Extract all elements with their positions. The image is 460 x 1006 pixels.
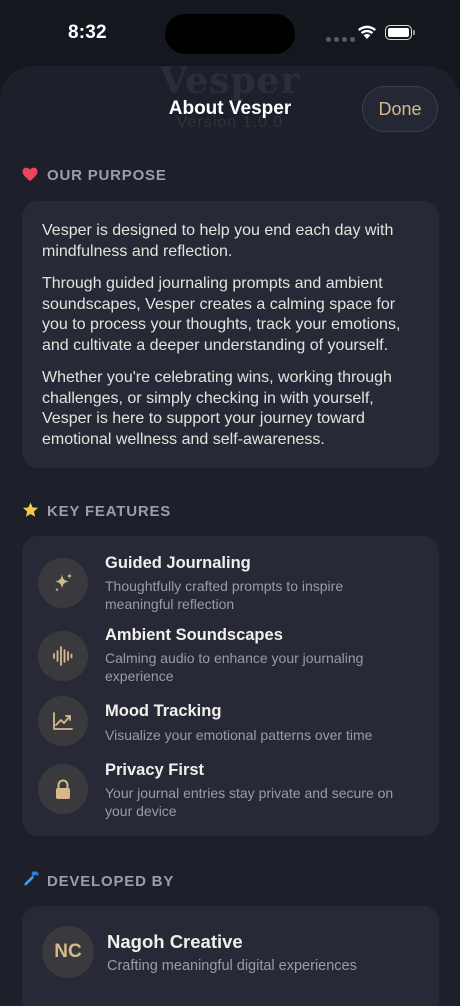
feature-title: Ambient Soundscapes — [105, 626, 283, 644]
hammer-icon — [22, 870, 40, 892]
developer-tagline: Crafting meaningful digital experiences — [107, 958, 357, 974]
dynamic-island — [165, 14, 295, 54]
done-button[interactable]: Done — [362, 86, 438, 132]
feature-title: Guided Journaling — [105, 554, 251, 572]
section-header-purpose: OUR PURPOSE — [22, 167, 167, 186]
battery-icon — [385, 25, 415, 42]
section-title: KEY FEATURES — [47, 503, 172, 520]
feature-description: Thoughtfully crafted prompts to inspire … — [105, 578, 344, 612]
feature-title: Mood Tracking — [105, 702, 222, 720]
section-title: OUR PURPOSE — [47, 167, 167, 184]
feature-description: Your journal entries stay private and se… — [105, 785, 394, 819]
feature-description: Visualize your emotional patterns over t… — [105, 727, 373, 743]
features-card: Guided Journaling Thoughtfully crafted p… — [22, 536, 439, 836]
purpose-paragraph: Whether you're celebrating wins, working… — [42, 369, 392, 448]
cellular-signal-icon — [326, 34, 356, 42]
wifi-icon — [358, 25, 376, 39]
heart-icon — [22, 167, 40, 186]
section-header-developer: DEVELOPED BY — [22, 870, 174, 892]
status-bar: 8:32 — [0, 0, 460, 66]
waveform-icon — [38, 631, 88, 681]
avatar: NC — [42, 926, 94, 978]
purpose-card: Vesper is designed to help you end each … — [22, 201, 439, 468]
developer-name: Nagoh Creative — [107, 931, 243, 952]
feature-title: Privacy First — [105, 761, 205, 779]
status-time: 8:32 — [68, 22, 107, 43]
developer-card: NC Nagoh Creative Crafting meaningful di… — [22, 906, 439, 1006]
feature-description: Calming audio to enhance your journaling… — [105, 650, 364, 684]
section-header-features: KEY FEATURES — [22, 502, 171, 522]
sparkles-icon — [38, 558, 88, 608]
chart-icon — [38, 696, 88, 746]
section-title: DEVELOPED BY — [47, 873, 175, 890]
purpose-paragraph: Through guided journaling prompts and am… — [42, 275, 401, 354]
about-sheet: Vesper Version 1.0.0 About Vesper Done O… — [0, 66, 460, 1006]
lock-icon — [38, 764, 88, 814]
star-icon — [22, 502, 40, 522]
purpose-paragraph: Vesper is designed to help you end each … — [42, 222, 394, 260]
